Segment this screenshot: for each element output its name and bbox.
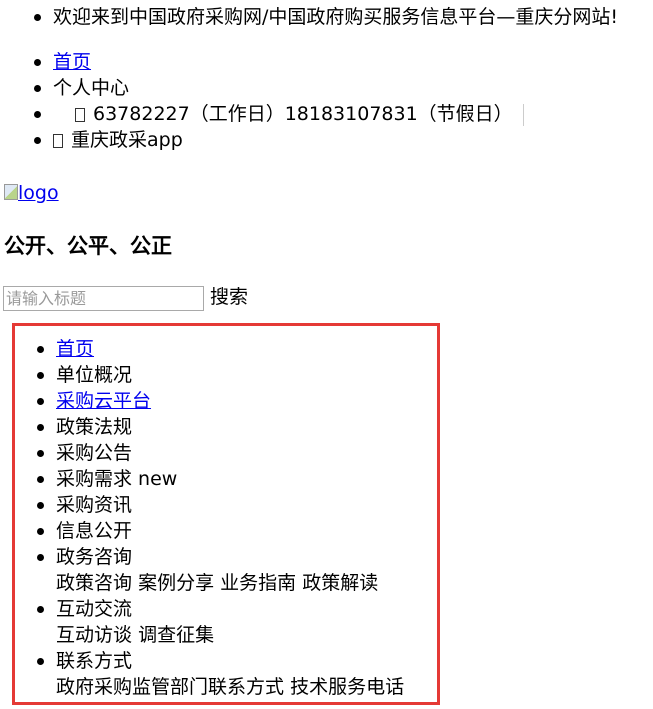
nav-item-announcements[interactable]: 采购公告 [37,440,496,466]
contact-submenu: 政府采购监管部门联系方式 技术服务电话 [56,674,496,700]
service-phone: 63782227（工作日）18183107831（节假日） [34,101,653,127]
app-link[interactable]: 重庆政采app [34,127,653,153]
top-link-home[interactable]: 首页 [34,49,653,75]
nav-item-consulting[interactable]: 政务咨询 政策咨询 案例分享 业务指南 政策解读 [37,544,496,596]
phone-number: 63782227（工作日）18183107831（节假日） [93,103,513,125]
top-links: 首页 个人中心 63782227（工作日）18183107831（节假日） 重庆… [0,49,653,153]
personal-center-link[interactable]: 个人中心 [34,75,653,101]
submenu-tech-support-phone[interactable]: 技术服务电话 [290,676,404,698]
interaction-submenu: 互动访谈 调查征集 [56,622,496,648]
nav-item-contact[interactable]: 联系方式 政府采购监管部门联系方式 技术服务电话 [37,648,496,700]
submenu-business-guide[interactable]: 业务指南 [220,572,296,594]
nav-item-news[interactable]: 采购资讯 [37,492,496,518]
nav-consulting-label[interactable]: 政务咨询 [56,546,132,568]
nav-item-home[interactable]: 首页 [37,336,496,362]
submenu-case-sharing[interactable]: 案例分享 [138,572,214,594]
main-nav: 首页 单位概况 采购云平台 政策法规 采购公告 采购需求 new 采购资讯 信息… [3,336,496,700]
logo-alt-text[interactable]: logo [18,182,59,204]
welcome-text: 欢迎来到中国政府采购网/中国政府购买服务信息平台—重庆分网站! [34,4,653,30]
app-label[interactable]: 重庆政采app [71,129,183,151]
welcome-bar: 欢迎来到中国政府采购网/中国政府购买服务信息平台—重庆分网站! [0,4,653,30]
phone-icon [75,107,85,122]
submenu-interviews[interactable]: 互动访谈 [56,624,132,646]
home-link[interactable]: 首页 [53,51,91,73]
nav-item-demands[interactable]: 采购需求 new [37,466,496,492]
main-nav-highlight: 首页 单位概况 采购云平台 政策法规 采购公告 采购需求 new 采购资讯 信息… [12,323,440,705]
logo-link[interactable]: logo [4,180,59,206]
nav-cloud-platform-link[interactable]: 采购云平台 [56,390,151,412]
submenu-policy-consulting[interactable]: 政策咨询 [56,572,132,594]
nav-home-link[interactable]: 首页 [56,338,94,360]
nav-item-policies[interactable]: 政策法规 [37,414,496,440]
nav-item-disclosure[interactable]: 信息公开 [37,518,496,544]
mobile-app-icon [53,133,63,148]
consulting-submenu: 政策咨询 案例分享 业务指南 政策解读 [56,570,496,596]
divider [522,103,524,126]
broken-image-icon [4,184,18,200]
submenu-regulator-contacts[interactable]: 政府采购监管部门联系方式 [56,676,284,698]
nav-interaction-label[interactable]: 互动交流 [56,598,132,620]
site-slogan: 公开、公平、公正 [4,234,172,258]
search-input[interactable] [3,286,204,311]
submenu-policy-interpretation[interactable]: 政策解读 [302,572,378,594]
nav-contact-label[interactable]: 联系方式 [56,650,132,672]
nav-item-cloud-platform[interactable]: 采购云平台 [37,388,496,414]
nav-item-interaction[interactable]: 互动交流 互动访谈 调查征集 [37,596,496,648]
nav-item-unit-overview[interactable]: 单位概况 [37,362,496,388]
search-button[interactable]: 搜索 [210,284,248,310]
submenu-surveys[interactable]: 调查征集 [138,624,214,646]
